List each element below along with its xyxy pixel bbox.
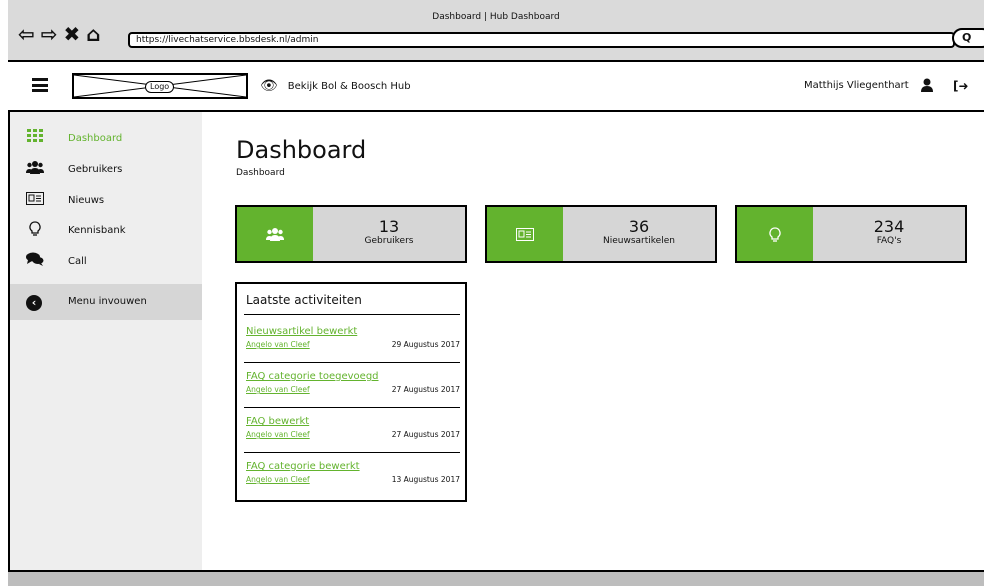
view-hub-link[interactable]: 👁 Bekijk Bol & Boosch Hub xyxy=(260,78,411,94)
sidebar-item-gebruikers[interactable]: Gebruikers xyxy=(10,159,202,179)
sidebar-item-label: Call xyxy=(68,255,87,267)
forward-arrow-icon[interactable]: ⇨ xyxy=(41,24,58,44)
collapse-menu-button[interactable]: ‹ Menu invouwen xyxy=(10,284,202,320)
divider xyxy=(244,407,460,408)
hamburger-menu-icon[interactable] xyxy=(32,78,48,92)
back-arrow-icon[interactable]: ⇦ xyxy=(18,24,35,44)
users-icon xyxy=(237,207,313,261)
activity-item-author[interactable]: Angelo van Cleef xyxy=(246,475,310,484)
sidebar-item-dashboard[interactable]: Dashboard xyxy=(10,128,202,148)
sidebar-item-label: Gebruikers xyxy=(68,163,123,175)
activity-title: Laatste activiteiten xyxy=(246,293,362,307)
stat-card-nieuwsartikelen[interactable]: 36 Nieuwsartikelen xyxy=(485,205,717,263)
breadcrumb: Dashboard xyxy=(236,168,285,178)
stat-value: 13 xyxy=(378,217,400,236)
browser-nav: ⇦ ⇨ ✖ ⌂ xyxy=(18,24,101,44)
activity-item-title[interactable]: FAQ categorie bewerkt xyxy=(246,461,460,472)
sidebar-item-label: Kennisbank xyxy=(68,224,126,236)
activity-item: Nieuwsartikel bewerkt Angelo van Cleef 29… xyxy=(246,326,460,352)
recent-activity-panel: Laatste activiteiten Nieuwsartikel bewer… xyxy=(235,282,467,502)
stat-card-gebruikers[interactable]: 13 Gebruikers xyxy=(235,205,467,263)
activity-item: FAQ categorie toegevoegd Angelo van Clee… xyxy=(246,371,460,397)
stat-label: FAQ's xyxy=(876,236,902,246)
view-hub-label: Bekijk Bol & Boosch Hub xyxy=(287,80,411,92)
lightbulb-icon xyxy=(737,207,813,261)
eye-icon: 👁 xyxy=(260,78,278,94)
footer-bar xyxy=(8,570,984,586)
close-icon[interactable]: ✖ xyxy=(64,24,81,44)
activity-item-title[interactable]: Nieuwsartikel bewerkt xyxy=(246,326,460,337)
sidebar: Dashboard Gebruikers Nieuws Kennisbank C… xyxy=(10,112,202,570)
divider xyxy=(244,314,460,315)
search-icon: Q xyxy=(962,31,972,44)
url-bar[interactable]: https://livechatservice.bbsdesk.nl/admin xyxy=(128,32,955,48)
activity-item-date: 27 Augustus 2017 xyxy=(391,430,460,439)
users-icon xyxy=(26,160,44,178)
sidebar-item-label: Dashboard xyxy=(68,132,123,144)
activity-item-title[interactable]: FAQ categorie toegevoegd xyxy=(246,371,460,382)
activity-item: FAQ categorie bewerkt Angelo van Cleef 13… xyxy=(246,461,460,487)
sidebar-item-kennisbank[interactable]: Kennisbank xyxy=(10,220,202,240)
grid-icon xyxy=(26,129,44,147)
user-name[interactable]: Matthijs Vliegenthart xyxy=(804,80,909,91)
logo[interactable]: Logo xyxy=(72,73,248,99)
logout-icon[interactable]: [➜ xyxy=(953,79,969,93)
activity-item: FAQ bewerkt Angelo van Cleef 27 Augustus … xyxy=(246,416,460,442)
window-title: Dashboard | Hub Dashboard xyxy=(432,12,560,22)
app-header: Logo 👁 Bekijk Bol & Boosch Hub Matthijs … xyxy=(8,62,984,112)
sidebar-item-label: Nieuws xyxy=(68,194,105,206)
stat-label: Nieuwsartikelen xyxy=(603,236,675,246)
user-icon[interactable] xyxy=(920,78,934,92)
stat-card-faqs[interactable]: 234 FAQ's xyxy=(735,205,967,263)
divider xyxy=(244,362,460,363)
activity-item-author[interactable]: Angelo van Cleef xyxy=(246,385,310,394)
arrow-left-circle-icon: ‹ xyxy=(26,295,42,311)
stat-value: 234 xyxy=(873,217,905,236)
comments-icon xyxy=(26,252,44,270)
stat-label: Gebruikers xyxy=(364,236,414,246)
stat-value: 36 xyxy=(628,217,650,236)
activity-item-author[interactable]: Angelo van Cleef xyxy=(246,430,310,439)
activity-item-date: 27 Augustus 2017 xyxy=(391,385,460,394)
home-icon[interactable]: ⌂ xyxy=(86,24,100,44)
page-title: Dashboard xyxy=(236,136,367,164)
activity-item-date: 13 Augustus 2017 xyxy=(391,475,460,484)
lightbulb-icon xyxy=(26,220,44,240)
browser-chrome: Dashboard | Hub Dashboard ⇦ ⇨ ✖ ⌂ https:… xyxy=(8,0,984,62)
collapse-menu-label: Menu invouwen xyxy=(68,296,147,307)
newspaper-icon xyxy=(487,207,563,261)
activity-item-date: 29 Augustus 2017 xyxy=(391,340,460,349)
newspaper-icon xyxy=(26,191,44,209)
browser-search-button[interactable]: Q xyxy=(952,28,984,48)
sidebar-item-call[interactable]: Call xyxy=(10,251,202,271)
activity-item-title[interactable]: FAQ bewerkt xyxy=(246,416,460,427)
logo-label: Logo xyxy=(145,81,175,93)
activity-item-author[interactable]: Angelo van Cleef xyxy=(246,340,310,349)
sidebar-item-nieuws[interactable]: Nieuws xyxy=(10,190,202,210)
divider xyxy=(244,452,460,453)
